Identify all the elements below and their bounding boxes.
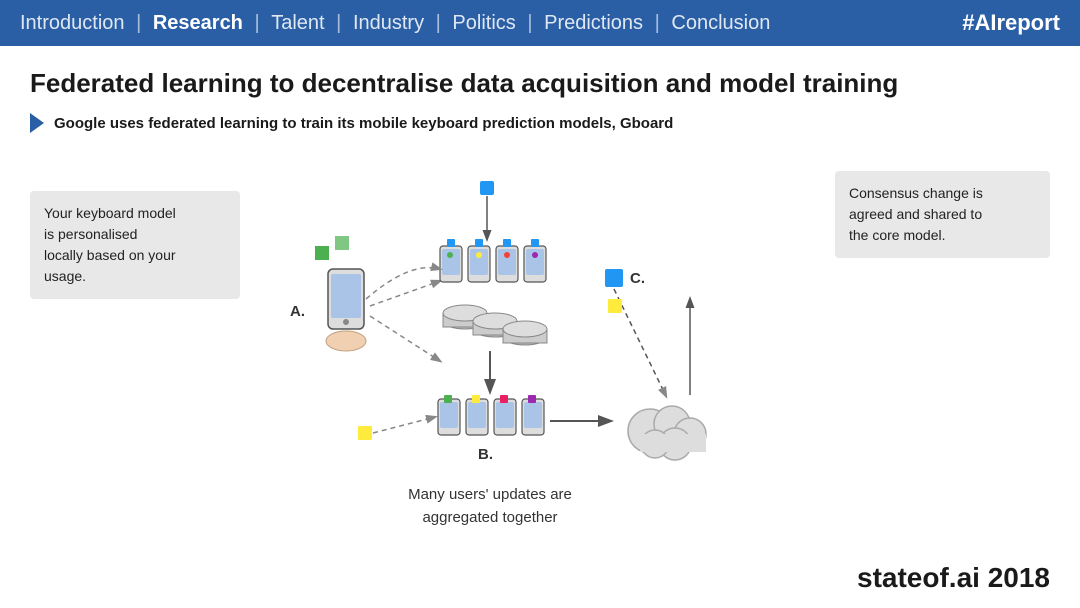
arrow-icon [30, 113, 44, 133]
header-bar: Introduction | Research | Talent | Indus… [0, 0, 1080, 46]
nav-item-politics[interactable]: Politics [452, 12, 515, 34]
diagram-area: Your keyboard modelis personalisedlocall… [30, 151, 1050, 541]
nav-item-conclusion[interactable]: Conclusion [671, 12, 770, 34]
separator: | [136, 12, 147, 34]
svg-text:C.: C. [630, 270, 645, 287]
subtitle-text: Google uses federated learning to train … [54, 115, 673, 132]
info-box-left: Your keyboard modelis personalisedlocall… [30, 191, 240, 299]
separator: | [436, 12, 447, 34]
info-box-right: Consensus change isagreed and shared tot… [835, 171, 1050, 258]
separator: | [527, 12, 538, 34]
subtitle-row: Google uses federated learning to train … [30, 113, 1050, 133]
nav-item-industry[interactable]: Industry [353, 12, 424, 34]
nav-item-talent[interactable]: Talent [271, 12, 324, 34]
nav-item-research[interactable]: Research [153, 12, 243, 34]
separator: | [655, 12, 666, 34]
nav-item-introduction[interactable]: Introduction [20, 12, 125, 34]
federated-learning-diagram: A. [210, 151, 830, 531]
svg-text:A.: A. [290, 303, 305, 320]
nav-item-predictions[interactable]: Predictions [544, 12, 643, 34]
hashtag-label: #AIreport [962, 10, 1060, 36]
separator: | [336, 12, 347, 34]
separator: | [254, 12, 265, 34]
main-content: Federated learning to decentralise data … [0, 46, 1080, 551]
svg-text:B.: B. [478, 446, 493, 463]
footer-brand: stateof.ai 2018 [857, 562, 1050, 594]
page-title: Federated learning to decentralise data … [30, 68, 1050, 99]
navigation: Introduction | Research | Talent | Indus… [20, 12, 770, 35]
brand-text: stateof.ai 2018 [857, 562, 1050, 593]
